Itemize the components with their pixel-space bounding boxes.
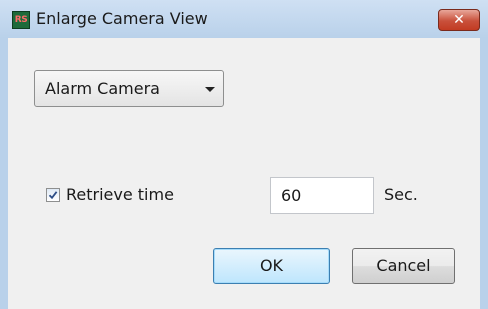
app-icon: RS [12,11,30,29]
camera-select-dropdown[interactable]: Alarm Camera [34,70,224,107]
retrieve-time-input[interactable] [270,177,374,214]
close-icon: ✕ [453,12,465,28]
retrieve-time-checkbox[interactable] [46,188,60,202]
cancel-button[interactable]: Cancel [352,248,455,284]
checkmark-icon [48,191,58,200]
dialog-window: RS Enlarge Camera View ✕ Alarm Camera Re… [0,0,488,309]
camera-select-value: Alarm Camera [45,79,160,98]
ok-button[interactable]: OK [213,248,330,284]
close-button[interactable]: ✕ [438,9,480,31]
time-unit-label: Sec. [384,185,418,204]
chevron-down-icon [205,87,215,92]
app-icon-text: RS [14,15,28,25]
title-bar[interactable]: RS Enlarge Camera View ✕ [0,0,488,38]
retrieve-time-label[interactable]: Retrieve time [66,185,174,205]
dialog-content: Alarm Camera Retrieve time Sec. OK Cance… [16,38,488,309]
window-title: Enlarge Camera View [36,9,208,28]
